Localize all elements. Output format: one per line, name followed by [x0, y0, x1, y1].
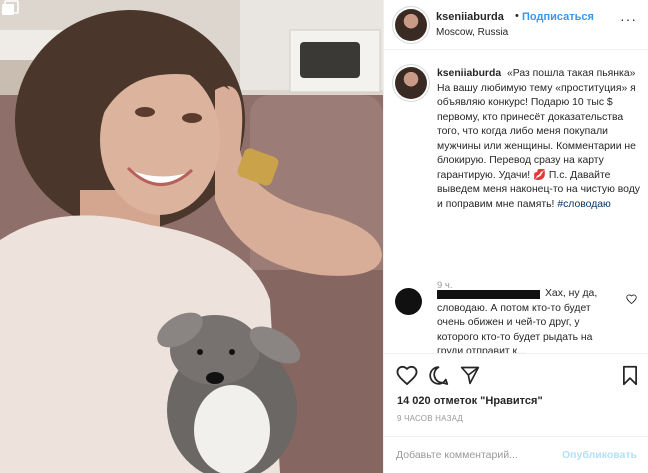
bookmark-icon[interactable]: [622, 365, 638, 386]
add-comment-bar: Опубликовать: [384, 436, 648, 473]
photo-illustration: [0, 0, 383, 473]
separator-dot: •: [515, 10, 519, 22]
caption-text: kseniiaburda «Раз пошла такая пьянка» На…: [437, 67, 643, 212]
author-username[interactable]: kseniiaburda: [436, 11, 504, 23]
avatar[interactable]: [395, 9, 427, 41]
comment-heart-icon[interactable]: [626, 294, 637, 304]
caption-avatar[interactable]: [395, 67, 427, 99]
comment-item: Хах, ну да, словодаю. А потом кто-то буд…: [395, 288, 643, 353]
caption-body: «Раз пошла такая пьянка» На вашу любимую…: [437, 68, 640, 210]
comments-list[interactable]: kseniiaburda «Раз пошла такая пьянка» На…: [384, 51, 648, 353]
carousel-icon: [2, 0, 19, 15]
post-photo[interactable]: [0, 0, 383, 473]
publish-button[interactable]: Опубликовать: [562, 449, 637, 461]
redacted-username: [437, 290, 540, 299]
caption-username[interactable]: kseniiaburda: [437, 68, 501, 79]
post-header: kseniiaburda • Подписаться Moscow, Russi…: [384, 0, 648, 50]
more-options-button[interactable]: ···: [620, 11, 637, 27]
share-icon[interactable]: [460, 365, 480, 385]
likes-count[interactable]: 14 020 отметок "Нравится": [397, 395, 543, 407]
post-side-panel: kseniiaburda • Подписаться Moscow, Russi…: [383, 0, 648, 473]
comment-icon[interactable]: [428, 365, 449, 386]
commenter-avatar-redacted[interactable]: [395, 288, 422, 315]
heart-icon[interactable]: [396, 365, 418, 385]
hashtag-link[interactable]: #словодаю: [557, 199, 611, 210]
comment-input[interactable]: [396, 447, 556, 463]
post-timestamp: 9 ЧАСОВ НАЗАД: [397, 414, 464, 423]
follow-button[interactable]: Подписаться: [522, 11, 594, 23]
post-location[interactable]: Moscow, Russia: [436, 27, 508, 38]
